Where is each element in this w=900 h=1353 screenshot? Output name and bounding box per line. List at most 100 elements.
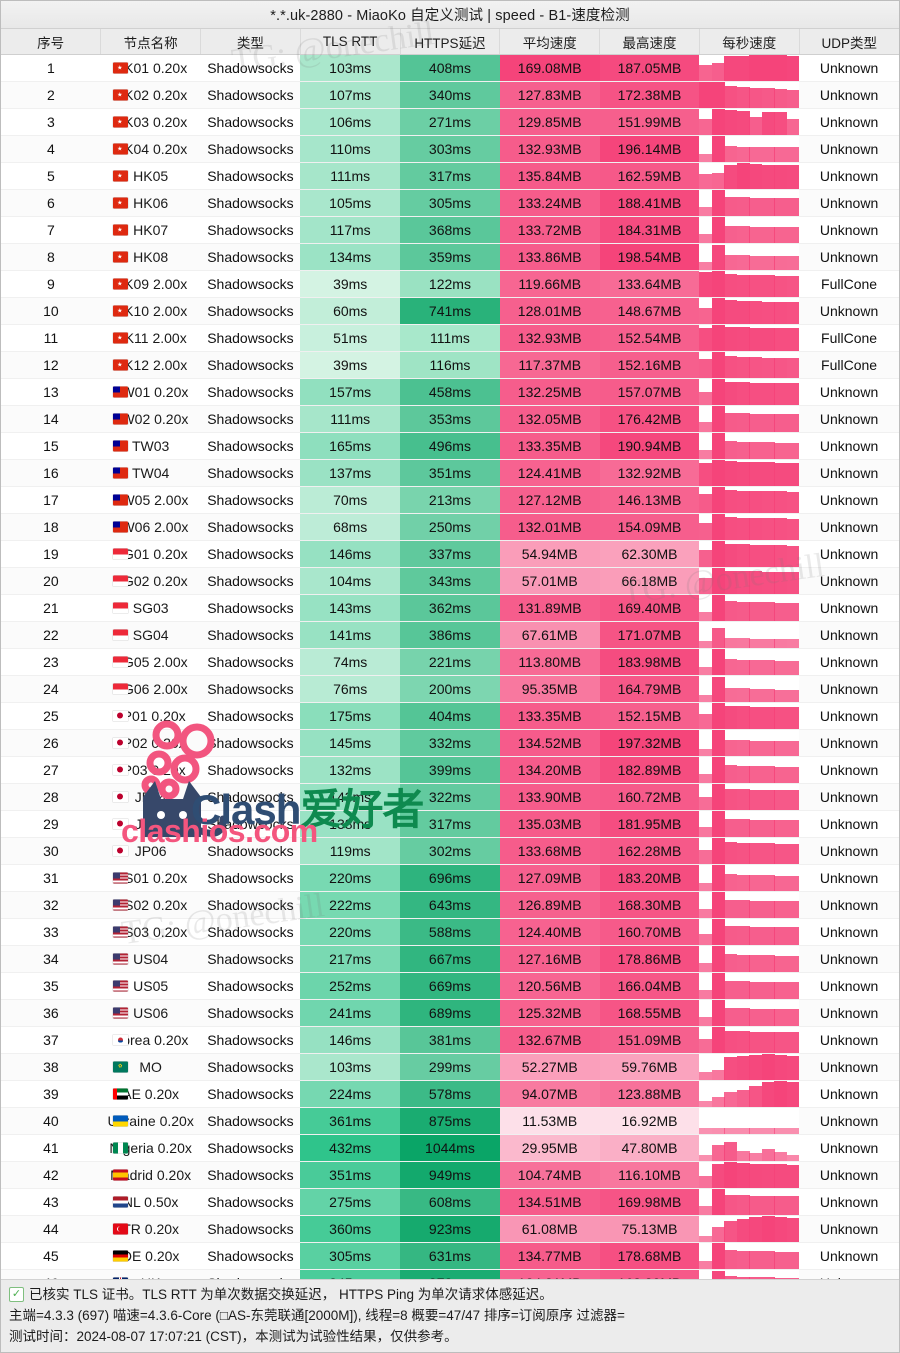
cell-node-name[interactable]: AE 0.20x	[100, 1080, 201, 1108]
cell-node-name[interactable]: SG05 2.00x	[100, 648, 201, 676]
col-header-name[interactable]: 节点名称	[100, 29, 202, 55]
cell-node-name[interactable]: US05	[100, 972, 201, 1000]
table-row[interactable]: 33 US03 0.20x Shadowsocks 220ms 588ms 124.40M…	[1, 918, 899, 946]
cell-node-name[interactable]: ★ HK11 2.00x	[100, 324, 201, 352]
cell-node-name[interactable]: JP02 0.20x	[100, 729, 201, 757]
table-row[interactable]: 34 US04 Shadowsocks 217ms 667ms 127.16MB 178.8…	[1, 945, 899, 973]
table-row[interactable]: 8 ★ HK08 Shadowsocks 134ms 359ms 133.86MB 198.5…	[1, 243, 899, 271]
cell-node-name[interactable]: US04	[100, 945, 201, 973]
cell-node-name[interactable]: JP06	[100, 837, 201, 865]
col-header-avg[interactable]: 平均速度	[499, 29, 601, 55]
table-row[interactable]: 1 ★ HK01 0.20x Shadowsocks 103ms 408ms 169.08M…	[1, 54, 899, 82]
table-row[interactable]: 20 SG02 0.20x Shadowsocks 104ms 343ms 57.01MB…	[1, 567, 899, 595]
table-row[interactable]: 6 ★ HK06 Shadowsocks 105ms 305ms 133.24MB 188.4…	[1, 189, 899, 217]
table-row[interactable]: 44 TR 0.20x Shadowsocks 360ms 923ms 61.08MB 75…	[1, 1215, 899, 1243]
table-row[interactable]: 5 ★ HK05 Shadowsocks 111ms 317ms 135.84MB 162.5…	[1, 162, 899, 190]
cell-node-name[interactable]: JP04	[100, 783, 201, 811]
table-row[interactable]: 7 ★ HK07 Shadowsocks 117ms 368ms 133.72MB 184.3…	[1, 216, 899, 244]
table-row[interactable]: 45 DE 0.20x Shadowsocks 305ms 631ms 134.77MB 1…	[1, 1242, 899, 1270]
table-row[interactable]: 12 ★ HK12 2.00x Shadowsocks 39ms 116ms 117.37M…	[1, 351, 899, 379]
table-row[interactable]: 26 JP02 0.20x Shadowsocks 145ms 332ms 134.52M…	[1, 729, 899, 757]
cell-node-name[interactable]: SG04	[100, 621, 201, 649]
cell-node-name[interactable]: ✿ MO	[100, 1053, 201, 1081]
cell-node-name[interactable]: Nigeria 0.20x	[100, 1134, 201, 1162]
cell-node-name[interactable]: Madrid 0.20x	[100, 1161, 201, 1189]
col-header-index[interactable]: 序号	[1, 29, 102, 55]
cell-node-name[interactable]: JP01 0.20x	[100, 702, 201, 730]
cell-node-name[interactable]: SG03	[100, 594, 201, 622]
table-row[interactable]: 29 JP05 Shadowsocks 138ms 317ms 135.03MB 181.9…	[1, 810, 899, 838]
cell-node-name[interactable]: US03 0.20x	[100, 918, 201, 946]
table-row[interactable]: 11 ★ HK11 2.00x Shadowsocks 51ms 111ms 132.93M…	[1, 324, 899, 352]
cell-node-name[interactable]: ★ HK01 0.20x	[100, 54, 201, 82]
cell-node-name[interactable]: SG06 2.00x	[100, 675, 201, 703]
cell-node-name[interactable]: TW01 0.20x	[100, 378, 201, 406]
cell-node-name[interactable]: SG01 0.20x	[100, 540, 201, 568]
table-row[interactable]: 35 US05 Shadowsocks 252ms 669ms 120.56MB 166.0…	[1, 972, 899, 1000]
table-row[interactable]: 41 Nigeria 0.20x Shadowsocks 432ms 1044ms 29.…	[1, 1134, 899, 1162]
table-row[interactable]: 32 US02 0.20x Shadowsocks 222ms 643ms 126.89M…	[1, 891, 899, 919]
table-row[interactable]: 37 Korea 0.20x Shadowsocks 146ms 381ms 132.67…	[1, 1026, 899, 1054]
table-row[interactable]: 19 SG01 0.20x Shadowsocks 146ms 337ms 54.94MB…	[1, 540, 899, 568]
cell-node-name[interactable]: ★ HK07	[100, 216, 201, 244]
cell-node-name[interactable]: ★ HK04 0.20x	[100, 135, 201, 163]
cell-node-name[interactable]: TW03	[100, 432, 201, 460]
cell-node-name[interactable]: ★ HK10 2.00x	[100, 297, 201, 325]
cell-node-name[interactable]: ★ HK06	[100, 189, 201, 217]
cell-node-name[interactable]: JP05	[100, 810, 201, 838]
cell-node-name[interactable]: JP03 0.20x	[100, 756, 201, 784]
col-header-https[interactable]: HTTPS延迟	[400, 29, 501, 55]
table-row[interactable]: 43 NL 0.50x Shadowsocks 275ms 608ms 134.51MB 1…	[1, 1188, 899, 1216]
cell-node-name[interactable]: ★ HK02 0.20x	[100, 81, 201, 109]
table-row[interactable]: 17 TW05 2.00x Shadowsocks 70ms 213ms 127.12MB…	[1, 486, 899, 514]
cell-node-name[interactable]: TR 0.20x	[100, 1215, 201, 1243]
cell-node-name[interactable]: US01 0.20x	[100, 864, 201, 892]
table-row[interactable]: 3 ★ HK03 0.20x Shadowsocks 106ms 271ms 129.85M…	[1, 108, 899, 136]
table-row[interactable]: 21 SG03 Shadowsocks 143ms 362ms 131.89MB 169.4…	[1, 594, 899, 622]
cell-node-name[interactable]: ★ HK08	[100, 243, 201, 271]
table-row[interactable]: 30 JP06 Shadowsocks 119ms 302ms 133.68MB 162.2…	[1, 837, 899, 865]
table-row[interactable]: 9 ★ HK09 2.00x Shadowsocks 39ms 122ms 119.66MB…	[1, 270, 899, 298]
col-header-tls[interactable]: TLS RTT	[300, 29, 401, 55]
table-row[interactable]: 42 Madrid 0.20x Shadowsocks 351ms 949ms 104.7…	[1, 1161, 899, 1189]
table-row[interactable]: 18 TW06 2.00x Shadowsocks 68ms 250ms 132.01MB…	[1, 513, 899, 541]
col-header-udp[interactable]: UDP类型	[799, 29, 899, 55]
cell-node-name[interactable]: Ukraine 0.20x	[100, 1107, 201, 1135]
cell-node-name[interactable]: SG02 0.20x	[100, 567, 201, 595]
table-row[interactable]: 25 JP01 0.20x Shadowsocks 175ms 404ms 133.35M…	[1, 702, 899, 730]
speed-bar	[711, 703, 725, 729]
table-row[interactable]: 22 SG04 Shadowsocks 141ms 386ms 67.61MB 171.07…	[1, 621, 899, 649]
cell-node-name[interactable]: TW04	[100, 459, 201, 487]
table-row[interactable]: 13 TW01 0.20x Shadowsocks 157ms 458ms 132.25M…	[1, 378, 899, 406]
table-row[interactable]: 15 TW03 Shadowsocks 165ms 496ms 133.35MB 190.9…	[1, 432, 899, 460]
cell-node-name[interactable]: US06	[100, 999, 201, 1027]
table-row[interactable]: 36 US06 Shadowsocks 241ms 689ms 125.32MB 168.5…	[1, 999, 899, 1027]
col-header-type[interactable]: 类型	[200, 29, 301, 55]
table-row[interactable]: 28 JP04 Shadowsocks 143ms 322ms 133.90MB 160.7…	[1, 783, 899, 811]
cell-node-name[interactable]: TW05 2.00x	[100, 486, 201, 514]
cell-node-name[interactable]: NL 0.50x	[100, 1188, 201, 1216]
table-row[interactable]: 14 TW02 0.20x Shadowsocks 111ms 353ms 132.05M…	[1, 405, 899, 433]
cell-node-name[interactable]: ★ HK12 2.00x	[100, 351, 201, 379]
cell-node-name[interactable]: TW02 0.20x	[100, 405, 201, 433]
col-header-max[interactable]: 最高速度	[599, 29, 700, 55]
cell-node-name[interactable]: ★ HK09 2.00x	[100, 270, 201, 298]
table-row[interactable]: 16 TW04 Shadowsocks 137ms 351ms 124.41MB 132.9…	[1, 459, 899, 487]
table-row[interactable]: 31 US01 0.20x Shadowsocks 220ms 696ms 127.09M…	[1, 864, 899, 892]
table-row[interactable]: 39 AE 0.20x Shadowsocks 224ms 578ms 94.07MB 12…	[1, 1080, 899, 1108]
table-row[interactable]: 40 Ukraine 0.20x Shadowsocks 361ms 875ms 11.5…	[1, 1107, 899, 1135]
table-row[interactable]: 24 SG06 2.00x Shadowsocks 76ms 200ms 95.35MB 1…	[1, 675, 899, 703]
table-row[interactable]: 2 ★ HK02 0.20x Shadowsocks 107ms 340ms 127.83M…	[1, 81, 899, 109]
table-row[interactable]: 23 SG05 2.00x Shadowsocks 74ms 221ms 113.80MB…	[1, 648, 899, 676]
cell-node-name[interactable]: ★ HK05	[100, 162, 201, 190]
table-row[interactable]: 10 ★ HK10 2.00x Shadowsocks 60ms 741ms 128.01M…	[1, 297, 899, 325]
cell-node-name[interactable]: ★ HK03 0.20x	[100, 108, 201, 136]
cell-node-name[interactable]: TW06 2.00x	[100, 513, 201, 541]
table-row[interactable]: 38 ✿ MO Shadowsocks 103ms 299ms 52.27MB 59.76MB…	[1, 1053, 899, 1081]
table-row[interactable]: 4 ★ HK04 0.20x Shadowsocks 110ms 303ms 132.93M…	[1, 135, 899, 163]
table-row[interactable]: 27 JP03 0.20x Shadowsocks 132ms 399ms 134.20M…	[1, 756, 899, 784]
col-header-graph[interactable]: 每秒速度	[699, 29, 800, 55]
cell-node-name[interactable]: US02 0.20x	[100, 891, 201, 919]
cell-node-name[interactable]: Korea 0.20x	[100, 1026, 201, 1054]
cell-node-name[interactable]: DE 0.20x	[100, 1242, 201, 1270]
